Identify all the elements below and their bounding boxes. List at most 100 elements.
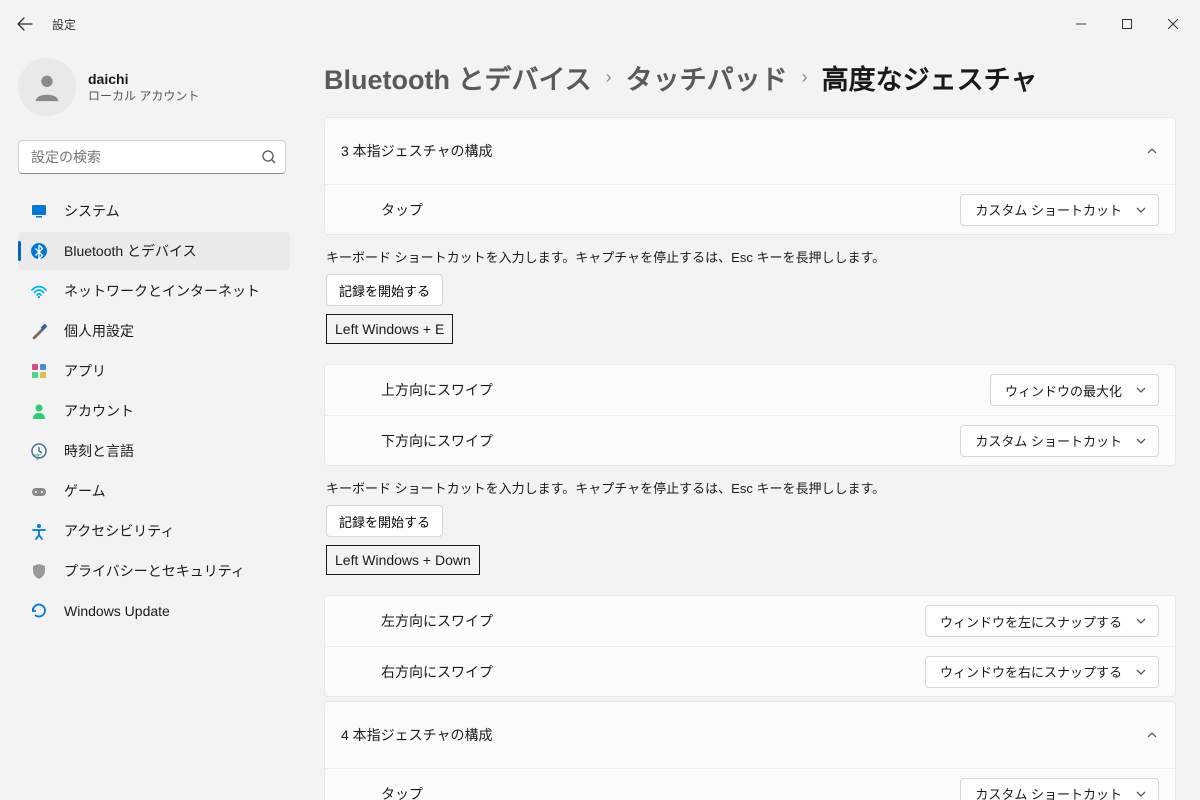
nav-item-shield[interactable]: プライバシーとセキュリティ xyxy=(18,552,290,590)
swipe-left-dropdown[interactable]: ウィンドウを左にスナップする xyxy=(925,605,1159,637)
wifi-icon xyxy=(30,282,48,300)
close-button[interactable] xyxy=(1150,8,1196,40)
nav-label: ネットワークとインターネット xyxy=(64,281,260,301)
window-controls xyxy=(1058,8,1196,40)
person-icon xyxy=(30,402,48,420)
account-block[interactable]: daichi ローカル アカウント xyxy=(18,56,290,132)
chevron-down-icon xyxy=(1134,665,1148,679)
crumb-bluetooth[interactable]: Bluetooth とデバイス xyxy=(324,58,592,97)
row-swipe-left: 左方向にスワイプ ウィンドウを左にスナップする xyxy=(325,596,1175,646)
shortcut-display-2: Left Windows + Down xyxy=(326,545,480,575)
update-icon xyxy=(30,602,48,620)
chevron-down-icon xyxy=(1134,614,1148,628)
sidebar: daichi ローカル アカウント システム Bluetooth とデバイス ネ… xyxy=(0,48,300,800)
crumb-current: 高度なジェスチャ xyxy=(822,58,1038,97)
4f-tap-dropdown[interactable]: カスタム ショートカット xyxy=(960,778,1159,800)
chevron-up-icon xyxy=(1145,728,1159,742)
clock-icon: 字 xyxy=(30,442,48,460)
display-icon xyxy=(30,202,48,220)
app-title: 設定 xyxy=(52,16,76,33)
nav-label: アカウント xyxy=(64,401,134,421)
nav-item-game[interactable]: ゲーム xyxy=(18,472,290,510)
swipe-left-label: 左方向にスワイプ xyxy=(381,611,493,631)
swipe-panel-1: 上方向にスワイプ ウィンドウの最大化 下方向にスワイプ カスタム ショートカット xyxy=(324,364,1176,466)
three-finger-header[interactable]: 3 本指ジェスチャの構成 xyxy=(325,118,1175,184)
swipe-panel-2: 左方向にスワイプ ウィンドウを左にスナップする 右方向にスワイプ ウィンドウを右… xyxy=(324,595,1176,697)
search-input[interactable] xyxy=(31,149,261,165)
row-swipe-down: 下方向にスワイプ カスタム ショートカット xyxy=(325,415,1175,465)
minimize-icon xyxy=(1076,19,1086,29)
search-box[interactable] xyxy=(18,140,286,174)
back-button[interactable] xyxy=(8,7,42,41)
grid-icon xyxy=(30,362,48,380)
swipe-up-value: ウィンドウの最大化 xyxy=(1005,381,1122,400)
crumb-touchpad[interactable]: タッチパッド xyxy=(626,58,788,97)
record-button-2[interactable]: 記録を開始する xyxy=(326,505,443,537)
swipe-right-dropdown[interactable]: ウィンドウを右にスナップする xyxy=(925,656,1159,688)
svg-text:字: 字 xyxy=(34,452,41,460)
user-type: ローカル アカウント xyxy=(88,87,199,104)
chevron-up-icon xyxy=(1145,144,1159,158)
nav-item-update[interactable]: Windows Update xyxy=(18,592,290,630)
nav-item-person[interactable]: アカウント xyxy=(18,392,290,430)
swipe-right-label: 右方向にスワイプ xyxy=(381,662,493,682)
nav-list: システム Bluetooth とデバイス ネットワークとインターネット 個人用設… xyxy=(18,192,290,630)
nav-item-access[interactable]: アクセシビリティ xyxy=(18,512,290,550)
4f-tap-label: タップ xyxy=(381,784,423,800)
access-icon xyxy=(30,522,48,540)
tap-label: タップ xyxy=(381,200,423,220)
four-finger-title: 4 本指ジェスチャの構成 xyxy=(341,725,493,745)
chevron-down-icon xyxy=(1134,434,1148,448)
minimize-button[interactable] xyxy=(1058,8,1104,40)
chevron-down-icon xyxy=(1134,787,1148,800)
swipe-left-value: ウィンドウを左にスナップする xyxy=(940,612,1122,631)
back-icon xyxy=(17,16,33,32)
row-swipe-up: 上方向にスワイプ ウィンドウの最大化 xyxy=(325,365,1175,415)
breadcrumb: Bluetooth とデバイス › タッチパッド › 高度なジェスチャ xyxy=(324,58,1176,97)
search-icon xyxy=(261,149,277,165)
brush-icon xyxy=(30,322,48,340)
nav-item-wifi[interactable]: ネットワークとインターネット xyxy=(18,272,290,310)
avatar xyxy=(18,58,76,116)
three-finger-title: 3 本指ジェスチャの構成 xyxy=(341,141,493,161)
nav-item-bluetooth[interactable]: Bluetooth とデバイス xyxy=(18,232,290,270)
nav-item-brush[interactable]: 個人用設定 xyxy=(18,312,290,350)
chevron-down-icon xyxy=(1134,383,1148,397)
swipe-up-label: 上方向にスワイプ xyxy=(381,380,493,400)
nav-item-display[interactable]: システム xyxy=(18,192,290,230)
chevron-right-icon: › xyxy=(606,67,612,88)
nav-label: システム xyxy=(64,201,120,221)
swipe-up-dropdown[interactable]: ウィンドウの最大化 xyxy=(990,374,1159,406)
nav-label: 個人用設定 xyxy=(64,321,134,341)
shortcut-display-1: Left Windows + E xyxy=(326,314,453,344)
help-text-2: キーボード ショートカットを入力します。キャプチャを停止するは、Esc キーを長… xyxy=(324,470,1176,501)
game-icon xyxy=(30,482,48,500)
swipe-down-label: 下方向にスワイプ xyxy=(381,431,493,451)
user-name: daichi xyxy=(88,71,199,87)
swipe-down-dropdown[interactable]: カスタム ショートカット xyxy=(960,425,1159,457)
close-icon xyxy=(1168,19,1178,29)
nav-item-grid[interactable]: アプリ xyxy=(18,352,290,390)
nav-item-clock[interactable]: 字 時刻と言語 xyxy=(18,432,290,470)
nav-label: アクセシビリティ xyxy=(64,521,174,541)
nav-label: 時刻と言語 xyxy=(64,441,134,461)
row-swipe-right: 右方向にスワイプ ウィンドウを右にスナップする xyxy=(325,646,1175,696)
swipe-right-value: ウィンドウを右にスナップする xyxy=(940,662,1122,681)
bluetooth-icon xyxy=(30,242,48,260)
three-finger-panel: 3 本指ジェスチャの構成 タップ カスタム ショートカット xyxy=(324,117,1176,235)
four-finger-header[interactable]: 4 本指ジェスチャの構成 xyxy=(325,702,1175,768)
person-icon xyxy=(30,70,64,104)
tap-value: カスタム ショートカット xyxy=(975,200,1122,219)
shield-icon xyxy=(30,562,48,580)
chevron-right-icon: › xyxy=(802,67,808,88)
record-button-1[interactable]: 記録を開始する xyxy=(326,274,443,306)
content-pane: Bluetooth とデバイス › タッチパッド › 高度なジェスチャ 3 本指… xyxy=(300,48,1200,800)
maximize-icon xyxy=(1122,19,1132,29)
tap-dropdown[interactable]: カスタム ショートカット xyxy=(960,194,1159,226)
maximize-button[interactable] xyxy=(1104,8,1150,40)
nav-label: ゲーム xyxy=(64,481,106,501)
help-text-1: キーボード ショートカットを入力します。キャプチャを停止するは、Esc キーを長… xyxy=(324,239,1176,270)
chevron-down-icon xyxy=(1134,203,1148,217)
row-4f-tap: タップ カスタム ショートカット xyxy=(325,768,1175,800)
titlebar: 設定 xyxy=(0,0,1200,48)
